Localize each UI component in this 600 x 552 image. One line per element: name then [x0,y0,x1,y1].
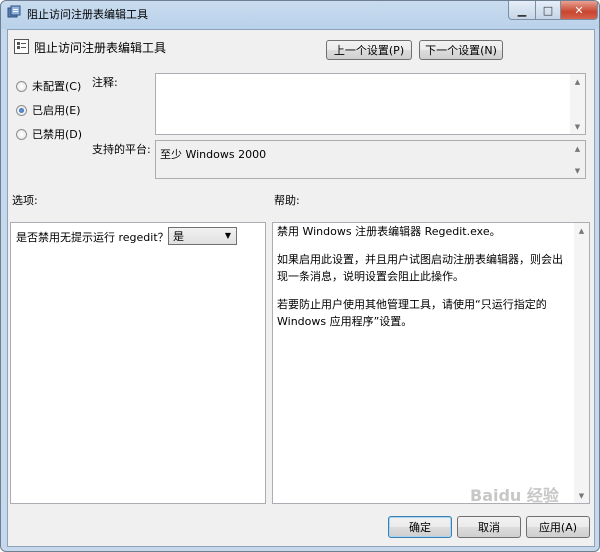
radio-circle[interactable] [16,80,27,92]
apply-button[interactable]: 应用(A) [526,516,590,538]
platform-field: 至少 Windows 2000 ▲ ▼ [155,140,586,179]
setting-heading: 阻止访问注册表编辑工具 [34,41,167,55]
scroll-down-icon[interactable]: ▼ [570,163,585,178]
dropdown-value: 是 [173,230,184,243]
scroll-up-icon[interactable]: ▲ [570,74,585,89]
comment-scrollbar[interactable]: ▲ ▼ [570,74,585,134]
help-label: 帮助: [274,194,300,207]
previous-setting-button[interactable]: 上一个设置(P) [326,40,412,60]
scroll-down-icon[interactable]: ▼ [570,119,585,134]
title-bar[interactable]: 阻止访问注册表编辑工具 ▁ □ ✕ [1,1,599,25]
setting-icon [14,39,29,54]
dialog-window: 阻止访问注册表编辑工具 ▁ □ ✕ 阻止访问注册表编辑工具 上一个设置(P) 下… [0,0,600,552]
help-content: 禁用 Windows 注册表编辑器 Regedit.exe。 如果启用此设置，并… [277,223,573,341]
maximize-icon: □ [542,3,554,17]
policy-icon [7,5,21,19]
radio-circle[interactable] [16,104,27,116]
options-label: 选项: [12,194,38,207]
radio-label: 已启用(E) [32,104,81,117]
options-question: 是否禁用无提示运行 regedit？ [16,231,169,244]
dialog-body: 阻止访问注册表编辑工具 上一个设置(P) 下一个设置(N) 未配置(C) 已启用… [7,29,595,547]
next-setting-button[interactable]: 下一个设置(N) [419,40,503,60]
help-panel: 禁用 Windows 注册表编辑器 Regedit.exe。 如果启用此设置，并… [272,222,590,504]
close-button[interactable]: ✕ [560,1,598,20]
radio-not-configured[interactable]: 未配置(C) [16,78,81,94]
close-icon: ✕ [574,3,584,17]
ok-button[interactable]: 确定 [388,516,452,538]
comment-label: 注释: [92,76,118,89]
dropdown-arrow-icon: ▼ [224,231,231,240]
watermark: Baidu 经验 [470,486,559,505]
help-paragraph: 若要防止用户使用其他管理工具，请使用“只运行指定的 Windows 应用程序”设… [277,298,547,328]
options-panel: 是否禁用无提示运行 regedit？ 是 ▼ [10,222,266,504]
cancel-button[interactable]: 取消 [457,516,521,538]
radio-disabled[interactable]: 已禁用(D) [16,126,82,142]
scroll-up-icon[interactable]: ▲ [570,141,585,156]
platform-value: 至少 Windows 2000 [160,148,267,161]
window-title: 阻止访问注册表编辑工具 [27,8,148,21]
regedit-dropdown[interactable]: 是 ▼ [168,227,237,245]
comment-textarea[interactable]: ▲ ▼ [155,73,586,135]
minimize-button[interactable]: ▁ [508,1,536,20]
scroll-up-icon[interactable]: ▲ [574,223,589,238]
help-paragraph: 禁用 Windows 注册表编辑器 Regedit.exe。 [277,225,501,238]
help-paragraph: 如果启用此设置，并且用户试图启动注册表编辑器，则会出现一条消息，说明设置会阻止此… [277,253,563,283]
maximize-button[interactable]: □ [535,1,561,20]
minimize-icon: ▁ [517,3,527,17]
platform-scrollbar[interactable]: ▲ ▼ [570,141,585,178]
platform-label: 支持的平台: [92,143,151,156]
scroll-down-icon[interactable]: ▼ [574,488,589,503]
radio-circle[interactable] [16,128,27,140]
radio-label: 已禁用(D) [32,128,83,141]
radio-enabled[interactable]: 已启用(E) [16,102,81,118]
help-scrollbar[interactable]: ▲ ▼ [574,223,589,503]
radio-label: 未配置(C) [32,80,82,93]
